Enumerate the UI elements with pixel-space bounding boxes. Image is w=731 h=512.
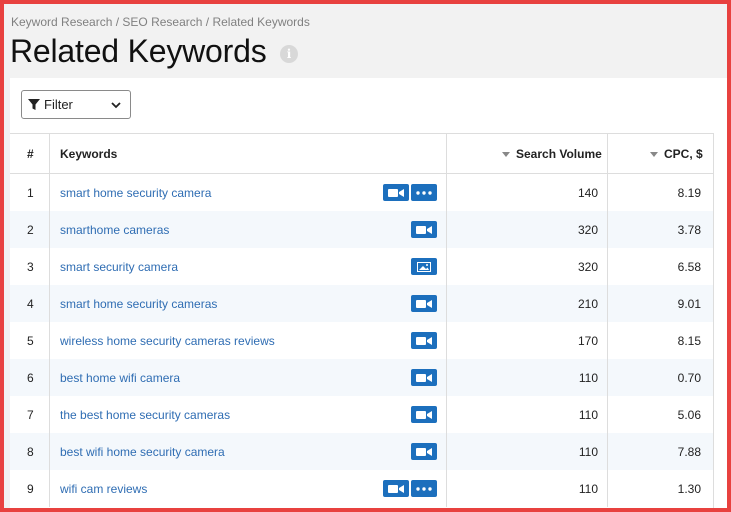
cpc-value: 8.19	[677, 186, 701, 200]
search-volume-value: 320	[577, 260, 598, 274]
table-row: 9 wifi cam reviews 110 1.30	[10, 470, 713, 507]
search-volume-value: 210	[577, 297, 598, 311]
info-icon[interactable]: i	[280, 45, 298, 63]
keywords-table: # Keywords Search Volume CPC, $ 1 smart h…	[10, 133, 713, 507]
video-icon[interactable]	[411, 332, 437, 349]
search-volume-value: 110	[578, 445, 598, 459]
cpc-value: 0.70	[677, 371, 701, 385]
row-index: 6	[27, 371, 34, 385]
table-row: 3 smart security camera 320 6.58	[10, 248, 713, 285]
keyword-link[interactable]: smart home security cameras	[60, 297, 217, 311]
content-panel: Filter # Keywords Search Volume CPC, $ 1…	[10, 78, 727, 508]
video-icon[interactable]	[383, 480, 409, 497]
video-icon[interactable]	[411, 443, 437, 460]
row-index: 1	[27, 186, 34, 200]
table-row: 7 the best home security cameras 110 5.06	[10, 396, 713, 433]
cpc-value: 9.01	[677, 297, 701, 311]
breadcrumb-item[interactable]: Keyword Research	[11, 15, 112, 29]
header-index: #	[27, 147, 34, 161]
row-index: 2	[27, 223, 34, 237]
keyword-link[interactable]: wifi cam reviews	[60, 482, 147, 496]
row-index: 7	[27, 408, 34, 422]
keyword-link[interactable]: best wifi home security camera	[60, 445, 225, 459]
filter-button[interactable]: Filter	[21, 90, 131, 119]
page: Keyword Research / SEO Research / Relate…	[4, 4, 727, 508]
sort-desc-icon	[502, 152, 510, 158]
cpc-value: 5.06	[677, 408, 701, 422]
video-icon[interactable]	[383, 184, 409, 201]
search-volume-value: 110	[578, 371, 598, 385]
funnel-icon	[28, 98, 40, 110]
cpc-value: 6.58	[677, 260, 701, 274]
cpc-value: 7.88	[677, 445, 701, 459]
page-title: Related Keywords	[10, 33, 267, 69]
video-icon[interactable]	[411, 406, 437, 423]
table-row: 8 best wifi home security camera 110 7.88	[10, 433, 713, 470]
table-row: 1 smart home security camera 140 8.19	[10, 174, 713, 211]
video-icon[interactable]	[411, 295, 437, 312]
row-index: 8	[27, 445, 34, 459]
keyword-link[interactable]: wireless home security cameras reviews	[60, 334, 275, 348]
search-volume-value: 170	[577, 334, 598, 348]
row-index: 5	[27, 334, 34, 348]
table-header: # Keywords Search Volume CPC, $	[10, 134, 713, 174]
keyword-link[interactable]: smart home security camera	[60, 186, 211, 200]
header-cpc[interactable]: CPC, $	[650, 147, 703, 161]
cpc-value: 1.30	[677, 482, 701, 496]
filter-label: Filter	[44, 97, 73, 112]
table-row: 4 smart home security cameras 210 9.01	[10, 285, 713, 322]
image-icon[interactable]	[411, 258, 437, 275]
keyword-link[interactable]: best home wifi camera	[60, 371, 180, 385]
keyword-link[interactable]: smart security camera	[60, 260, 178, 274]
sort-desc-icon	[650, 152, 658, 158]
cpc-value: 8.15	[677, 334, 701, 348]
search-volume-value: 110	[578, 482, 598, 496]
breadcrumb: Keyword Research / SEO Research / Relate…	[11, 15, 310, 29]
table-row: 2 smarthome cameras 320 3.78	[10, 211, 713, 248]
cpc-value: 3.78	[677, 223, 701, 237]
keyword-link[interactable]: smarthome cameras	[60, 223, 169, 237]
row-index: 4	[27, 297, 34, 311]
search-volume-value: 110	[578, 408, 598, 422]
more-icon[interactable]	[411, 480, 437, 497]
keyword-link[interactable]: the best home security cameras	[60, 408, 230, 422]
breadcrumb-item: Related Keywords	[212, 15, 310, 29]
breadcrumb-item[interactable]: SEO Research	[122, 15, 202, 29]
more-icon[interactable]	[411, 184, 437, 201]
row-index: 3	[27, 260, 34, 274]
search-volume-value: 140	[577, 186, 598, 200]
video-icon[interactable]	[411, 369, 437, 386]
table-row: 6 best home wifi camera 110 0.70	[10, 359, 713, 396]
header-search-volume[interactable]: Search Volume	[502, 147, 602, 161]
chevron-down-icon	[111, 102, 121, 109]
video-icon[interactable]	[411, 221, 437, 238]
row-index: 9	[27, 482, 34, 496]
header-keywords[interactable]: Keywords	[60, 147, 117, 161]
table-row: 5 wireless home security cameras reviews 1…	[10, 322, 713, 359]
search-volume-value: 320	[577, 223, 598, 237]
